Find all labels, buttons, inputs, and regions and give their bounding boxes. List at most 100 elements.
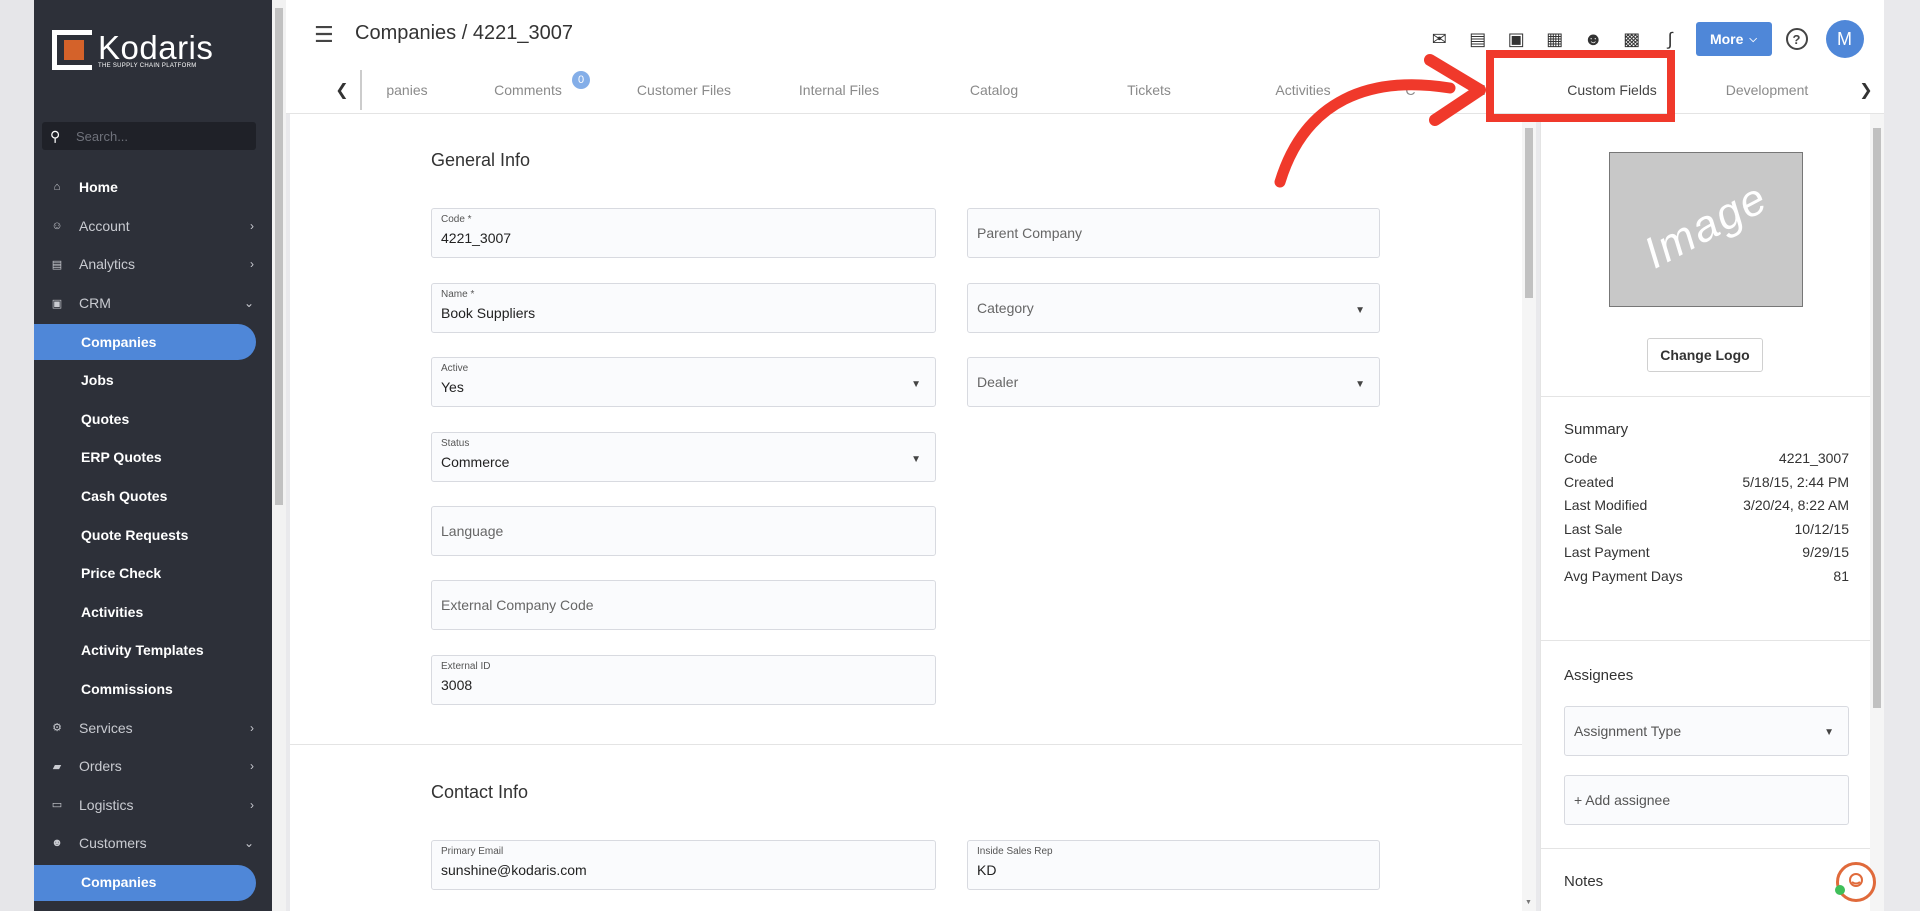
file-add-icon[interactable]: ▩ (1613, 26, 1652, 52)
sidebar-item-quote-requests[interactable]: Quote Requests (34, 515, 272, 554)
active-select[interactable]: Active Yes ▼ (431, 357, 936, 407)
sidebar-item-orders[interactable]: ▰ Orders › (34, 747, 272, 786)
sidebar-search: ⚲ (42, 122, 256, 150)
sidebar-item-erp-quotes[interactable]: ERP Quotes (34, 438, 272, 477)
sidebar-item-companies[interactable]: Companies (34, 863, 272, 902)
summary-value: 10/12/15 (1794, 520, 1850, 537)
right-margin (1884, 0, 1920, 911)
primary-email-field[interactable]: Primary Email sunshine@kodaris.com (431, 840, 936, 890)
sidebar-item-label: Account (79, 217, 130, 234)
sidebar-item-price-check[interactable]: Price Check (34, 554, 272, 593)
dealer-select[interactable]: Dealer ▼ (967, 357, 1380, 407)
tab-tickets[interactable]: Tickets (1074, 70, 1224, 110)
more-button[interactable]: More ⌵ (1695, 22, 1772, 56)
chat-support-icon[interactable] (1835, 862, 1876, 902)
brand-tagline: THE SUPPLY CHAIN PLATFORM (98, 63, 197, 69)
customers-icon: ☻ (51, 837, 63, 850)
status-select[interactable]: Status Commerce ▼ (431, 432, 936, 482)
category-select[interactable]: Category ▼ (967, 283, 1380, 333)
sidebar-item-label: Logistics (79, 796, 134, 813)
sidebar-item-activities[interactable]: Activities (34, 593, 272, 632)
chevron-down-icon: ⌄ (243, 836, 254, 851)
sidebar-item-customers[interactable]: ☻ Customers ⌄ (34, 824, 272, 863)
sidebar-item-quotes[interactable]: Quotes (34, 400, 272, 439)
tab-customer-files[interactable]: Customer Files (609, 70, 759, 110)
chevron-right-icon: › (250, 257, 254, 272)
analytics-icon: ▤ (51, 258, 63, 271)
sidebar-search-input[interactable] (76, 128, 246, 144)
chevron-right-icon: › (250, 797, 254, 812)
sidebar-item-home[interactable]: ⌂ Home (34, 168, 272, 207)
add-assignee-field[interactable]: + Add assignee (1564, 775, 1849, 825)
dropdown-caret-icon: ▼ (1355, 379, 1365, 390)
sidebar-item-label: Quote Requests (81, 526, 189, 543)
chevron-right-icon: › (250, 720, 254, 735)
external-company-code-field[interactable]: External Company Code (431, 580, 936, 630)
person-add-icon[interactable]: ☻ (1574, 26, 1613, 52)
tab-development[interactable]: Development (1692, 70, 1842, 110)
tabs-scroll-right-icon[interactable]: ❯ (1847, 70, 1885, 110)
sidebar-item-analytics[interactable]: ▤ Analytics › (34, 245, 272, 284)
summary-title: Summary (1564, 421, 1629, 438)
home-icon: ⌂ (53, 181, 61, 194)
tab-comments[interactable]: Comments 0 (478, 70, 590, 110)
left-margin (0, 0, 34, 911)
tab-companies[interactable]: panies (362, 70, 452, 110)
summary-row: Created 5/18/15, 2:44 PM (1564, 474, 1849, 490)
summary-row: Avg Payment Days 81 (1564, 568, 1849, 584)
sidebar-item-crm[interactable]: ▣ CRM ⌄ (34, 284, 272, 323)
tabs-scroll-left-icon[interactable]: ❮ (324, 70, 362, 110)
scroll-down-icon[interactable]: ▼ (1525, 899, 1532, 906)
hamburger-menu-icon[interactable]: ☰ (314, 22, 334, 48)
sidebar-item-companies[interactable]: Companies (34, 322, 272, 361)
sidebar-item-label: Price Check (81, 565, 162, 582)
external-id-field[interactable]: External ID 3008 (431, 655, 936, 705)
sidebar-item-jobs[interactable]: Jobs (34, 361, 272, 400)
sidebar-item-commissions[interactable]: Commissions (34, 670, 272, 709)
summary-key: Created (1564, 473, 1614, 490)
sidebar-item-label: Companies (81, 873, 157, 890)
change-logo-button[interactable]: Change Logo (1647, 338, 1763, 372)
search-icon: ⚲ (50, 127, 61, 144)
sidebar-item-label: Activities (81, 603, 144, 620)
sidebar-item-logistics[interactable]: ▭ Logistics › (34, 786, 272, 825)
sidebar-item-label: Analytics (79, 256, 136, 273)
name-field[interactable]: Name * Book Suppliers (431, 283, 936, 333)
code-field[interactable]: Code * 4221_3007 (431, 208, 936, 258)
tab-internal-files[interactable]: Internal Files (764, 70, 914, 110)
tab-catalog[interactable]: Catalog (919, 70, 1069, 110)
sidebar-item-label: CRM (79, 295, 111, 312)
summary-row: Last Sale 10/12/15 (1564, 521, 1849, 537)
sidebar-item-services[interactable]: ⚙ Services › (34, 708, 272, 747)
summary-key: Last Modified (1564, 497, 1648, 514)
sidebar-item-cash-quotes[interactable]: Cash Quotes (34, 477, 272, 516)
page-scrollbar[interactable] (272, 0, 286, 911)
services-icon: ⚙ (52, 722, 62, 735)
sidebar-item-label: Commissions (81, 681, 173, 698)
paperclip-icon[interactable]: ∫ (1651, 26, 1690, 52)
building-plus-icon[interactable]: ▦ (1536, 26, 1575, 52)
annotation-highlight-box (1486, 50, 1675, 122)
summary-key: Code (1564, 450, 1598, 466)
form-scrollbar[interactable]: ▲ ▼ (1522, 114, 1536, 911)
sidebar-item-label: Activity Templates (81, 642, 204, 659)
parent-company-field[interactable]: Parent Company (967, 208, 1380, 258)
sidebar-item-label: Quotes (81, 410, 130, 427)
more-button-label: More (1709, 31, 1744, 47)
sidebar-item-label: Companies (81, 333, 157, 350)
sidebar-item-account[interactable]: ☺ Account › (34, 207, 272, 246)
sidebar-item-activity-templates[interactable]: Activity Templates (34, 631, 272, 670)
language-field[interactable]: Language (431, 506, 936, 556)
summary-value: 81 (1833, 568, 1849, 584)
dropdown-caret-icon: ▼ (1824, 727, 1834, 738)
help-icon[interactable]: ? (1785, 28, 1808, 50)
annotation-arrow-icon (1274, 54, 1486, 188)
summary-key: Last Payment (1564, 544, 1650, 561)
assignment-type-select[interactable]: Assignment Type ▼ (1564, 706, 1849, 756)
sidebar-item-label: Home (79, 179, 118, 196)
user-avatar[interactable]: M (1825, 20, 1864, 58)
brand-logo[interactable]: Kodaris THE SUPPLY CHAIN PLATFORM (52, 30, 213, 70)
page-title: Companies / 4221_3007 (355, 22, 573, 44)
inside-sales-rep-field[interactable]: Inside Sales Rep KD (967, 840, 1380, 890)
right-panel-scrollbar[interactable] (1870, 114, 1884, 911)
